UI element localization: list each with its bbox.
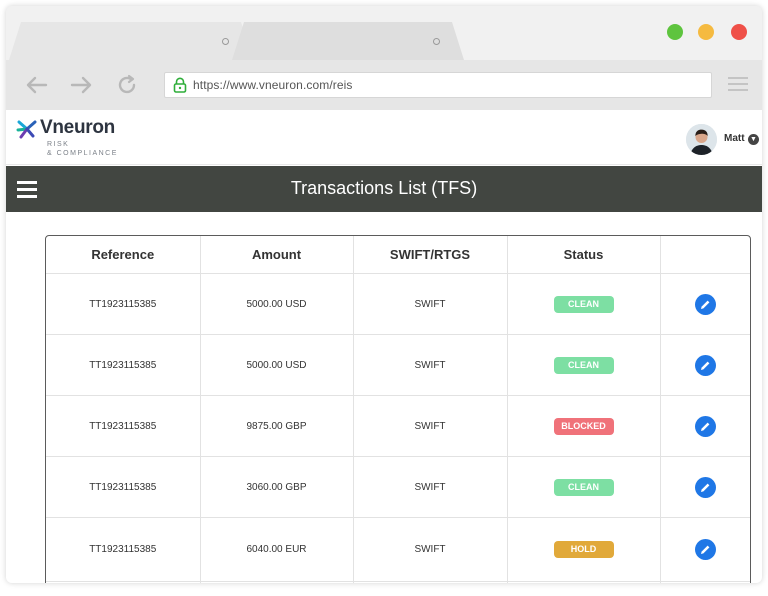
status-badge: CLEAN — [553, 478, 614, 496]
tab-strip — [6, 6, 762, 60]
cell-reference: TT1923115385 — [46, 395, 201, 457]
tab-close-icon[interactable] — [222, 38, 229, 45]
vneuron-logo-icon — [16, 120, 37, 139]
page-title: Transactions List (TFS) — [290, 178, 478, 198]
browser-window: https://www.vneuron.com/reis Vneuron RIS… — [6, 6, 762, 583]
cell-channel: SWIFT — [353, 456, 508, 518]
chevron-down-icon[interactable]: ▼ — [748, 134, 759, 145]
user-name[interactable]: Matt — [724, 133, 745, 144]
cell-channel: SWIFT — [353, 273, 508, 335]
pencil-icon — [700, 545, 710, 554]
cell-amount: 5000.00 USD — [200, 273, 354, 335]
cell-status: CLEAN — [507, 334, 661, 396]
transactions-table-container: Reference Amount SWIFT/RTGS Status TT192… — [45, 235, 751, 583]
cell-status: CLEAN — [507, 273, 661, 335]
cell-actions — [660, 517, 750, 582]
browser-tab[interactable] — [232, 22, 464, 60]
tab-close-icon[interactable] — [433, 38, 440, 45]
edit-button[interactable] — [694, 354, 716, 376]
status-badge: HOLD — [553, 541, 614, 558]
cell-reference: TT1923115385 — [46, 517, 201, 582]
status-badge: CLEAN — [553, 295, 614, 313]
table-row[interactable]: TT1923115385 9875.00 GBP SWIFT BLOCKED — [46, 395, 750, 457]
cell-actions — [660, 456, 750, 518]
cell-actions — [660, 334, 750, 396]
table-row[interactable]: TT1923115385 6040.00 EUR SWIFT HOLD — [46, 517, 750, 582]
table-row[interactable]: TT1923115385 5000.00 USD SWIFT CLEAN — [46, 334, 750, 396]
cell-amount: 3060.00 GBP — [200, 456, 354, 518]
brand-name: Vneuron — [40, 117, 115, 138]
cell-amount: 6040.00 EUR — [200, 517, 354, 582]
cell-status: HOLD — [507, 517, 661, 582]
edit-button[interactable] — [694, 293, 716, 315]
column-header-status[interactable]: Status — [507, 236, 661, 274]
edit-button[interactable] — [694, 415, 716, 437]
url-text: https://www.vneuron.com/reis — [193, 78, 353, 92]
web-page: Vneuron RISK & COMPLIANCE Matt ▼ Transac… — [6, 110, 762, 583]
brand-tagline: RISK & COMPLIANCE — [47, 141, 118, 157]
column-header-amount[interactable]: Amount — [200, 236, 354, 274]
cell-reference: TT1923115385 — [46, 456, 201, 518]
address-bar[interactable]: https://www.vneuron.com/reis — [164, 72, 712, 98]
cell-actions — [660, 395, 750, 457]
table-row[interactable]: TT1923115385 3060.00 GBP SWIFT CLEAN — [46, 456, 750, 518]
cell-channel: SWIFT — [353, 334, 508, 396]
column-header-reference[interactable]: Reference — [46, 236, 201, 274]
cell-reference: TT1923115385 — [46, 273, 201, 335]
cell-reference: TT1923115385 — [46, 334, 201, 396]
cell-channel: SWIFT — [353, 517, 508, 582]
edit-button[interactable] — [694, 539, 716, 560]
avatar[interactable] — [686, 124, 717, 155]
pencil-icon — [700, 300, 710, 309]
table-row[interactable]: TT1923115385 5000.00 USD SWIFT CLEAN — [46, 273, 750, 335]
status-badge: CLEAN — [553, 356, 614, 374]
transactions-table: Reference Amount SWIFT/RTGS Status TT192… — [46, 236, 750, 583]
close-window-button[interactable] — [731, 24, 747, 40]
brand-bar: Vneuron RISK & COMPLIANCE Matt ▼ — [6, 110, 762, 165]
pencil-icon — [700, 422, 710, 431]
minimize-button[interactable] — [698, 24, 714, 40]
pencil-icon — [700, 361, 710, 370]
table-header-row: Reference Amount SWIFT/RTGS Status — [46, 236, 750, 274]
browser-menu-icon[interactable] — [728, 77, 748, 93]
page-header: Transactions List (TFS) — [6, 166, 762, 212]
table-row-partial — [46, 581, 750, 583]
reload-icon[interactable] — [114, 72, 140, 98]
pencil-icon — [700, 483, 710, 492]
column-header-actions — [660, 236, 750, 274]
cell-status: BLOCKED — [507, 395, 661, 457]
column-header-swift-rtgs[interactable]: SWIFT/RTGS — [353, 236, 508, 274]
lock-icon — [173, 77, 187, 93]
browser-tab-active[interactable] — [9, 22, 253, 60]
cell-actions — [660, 273, 750, 335]
cell-amount: 5000.00 USD — [200, 334, 354, 396]
edit-button[interactable] — [694, 476, 716, 498]
status-badge: BLOCKED — [553, 417, 614, 435]
back-arrow-icon[interactable] — [24, 72, 50, 98]
maximize-button[interactable] — [667, 24, 683, 40]
browser-toolbar: https://www.vneuron.com/reis — [6, 60, 762, 110]
forward-arrow-icon[interactable] — [68, 72, 94, 98]
cell-channel: SWIFT — [353, 395, 508, 457]
cell-amount: 9875.00 GBP — [200, 395, 354, 457]
cell-status: CLEAN — [507, 456, 661, 518]
